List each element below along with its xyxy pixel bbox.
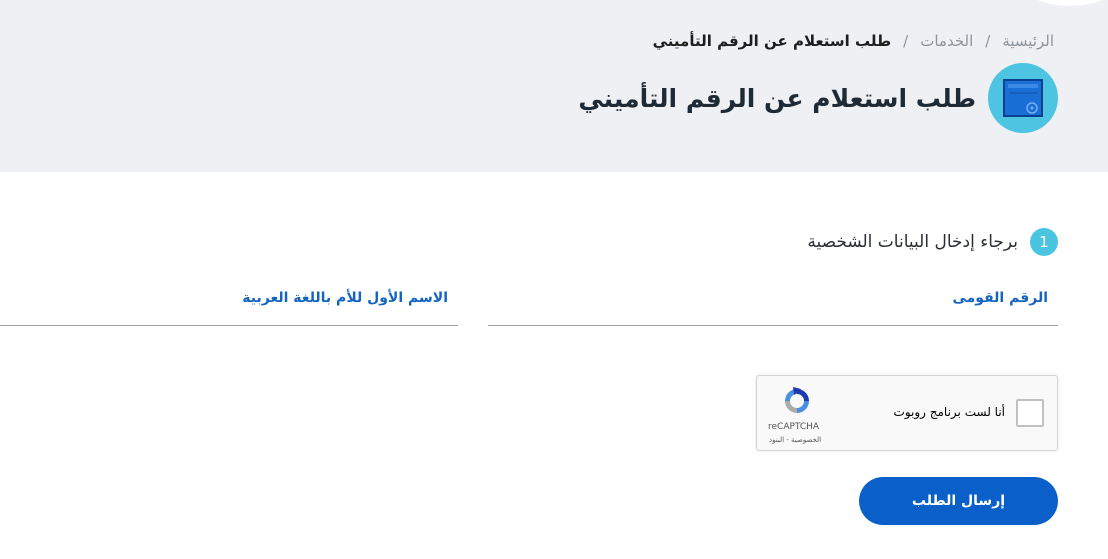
mother-name-label: الاسم الأول للأم باللغة العربية <box>242 290 448 306</box>
service-form-icon <box>988 63 1058 133</box>
breadcrumb-current: طلب استعلام عن الرقم التأميني <box>652 32 892 50</box>
recaptcha-label: أنا لست برنامج روبوت <box>893 405 1005 419</box>
recaptcha-checkbox[interactable] <box>1016 399 1044 427</box>
submit-request-button[interactable]: إرسال الطلب <box>859 477 1058 525</box>
recaptcha-brand: reCAPTCHA <box>768 422 820 432</box>
recaptcha-widget: أنا لست برنامج روبوت reCAPTCHA الخصوصية … <box>756 375 1058 451</box>
breadcrumb-separator: / <box>903 32 909 50</box>
breadcrumb-separator: / <box>985 32 991 50</box>
mother-name-field[interactable]: الاسم الأول للأم باللغة العربية <box>0 285 462 326</box>
mother-name-input[interactable] <box>0 307 462 325</box>
breadcrumb-home-link[interactable]: الرئيسية <box>1002 32 1054 50</box>
decorative-corner-shape <box>1010 0 1108 6</box>
national-id-input[interactable] <box>488 307 1062 325</box>
national-id-field[interactable]: الرقم القومى <box>488 285 1062 326</box>
recaptcha-privacy-terms-link[interactable]: الخصوصية - البنود <box>769 436 821 444</box>
step-title: برجاء إدخال البيانات الشخصية <box>807 232 1018 252</box>
national-id-label: الرقم القومى <box>952 290 1048 306</box>
recaptcha-logo-icon <box>785 387 809 413</box>
page-title-row: طلب استعلام عن الرقم التأميني <box>578 63 1058 133</box>
breadcrumb: الرئيسية / الخدمات / طلب استعلام عن الرق… <box>653 32 1054 50</box>
page-title: طلب استعلام عن الرقم التأميني <box>578 83 976 113</box>
step-number-badge: 1 <box>1030 228 1058 256</box>
step-header: 1 برجاء إدخال البيانات الشخصية <box>807 228 1058 256</box>
breadcrumb-services-link[interactable]: الخدمات <box>920 32 973 50</box>
page-header: الرئيسية / الخدمات / طلب استعلام عن الرق… <box>0 0 1108 172</box>
